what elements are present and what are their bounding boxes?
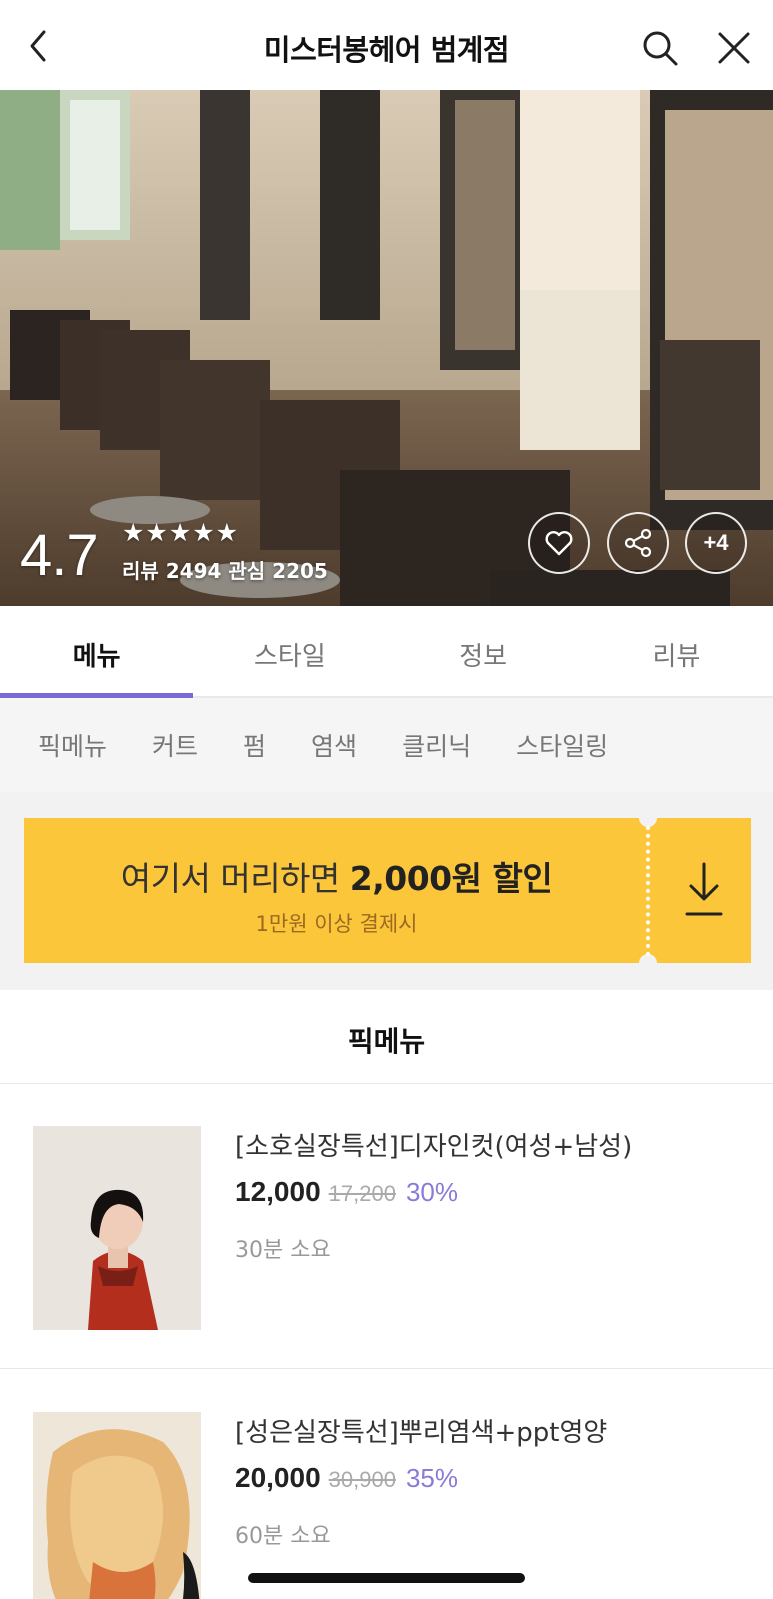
subcategory-styling[interactable]: 스타일링 [516, 727, 608, 763]
subcategory-cut[interactable]: 커트 [152, 727, 198, 763]
subcategory-color[interactable]: 염색 [311, 727, 357, 763]
subcategory-perm[interactable]: 펌 [243, 727, 266, 763]
coupon-amount: 2,000원 할인 [349, 859, 553, 898]
menu-item-discount: 35% [405, 1463, 458, 1493]
tab-info[interactable]: 정보 [387, 606, 580, 696]
coupon-divider [646, 826, 650, 956]
like-button[interactable] [528, 512, 590, 574]
menu-item-original-price: 30,900 [328, 1467, 396, 1492]
close-icon[interactable] [714, 28, 754, 68]
share-icon [624, 528, 652, 558]
coupon-headline-prefix: 여기서 머리하면 [120, 859, 350, 898]
menu-item-thumbnail [33, 1412, 201, 1599]
subcategory-clinic[interactable]: 클리닉 [402, 727, 471, 763]
more-photos-button[interactable]: +4 [685, 512, 747, 574]
menu-item-prices: 20,000 30,900 35% [235, 1462, 458, 1494]
coupon-body: 여기서 머리하면 2,000원 할인 1만원 이상 결제시 [24, 818, 649, 963]
review-like-counts: 리뷰 2494 관심 2205 [122, 559, 328, 583]
tab-bar: 메뉴 스타일 정보 리뷰 [0, 606, 773, 698]
search-icon[interactable] [640, 28, 680, 68]
menu-item-price: 12,000 [235, 1176, 321, 1207]
coupon-section: 여기서 머리하면 2,000원 할인 1만원 이상 결제시 [0, 792, 773, 990]
menu-item[interactable]: [성은실장특선]뿌리염색+ppt영양 20,000 30,900 35% 60분… [0, 1370, 773, 1599]
menu-item-prices: 12,000 17,200 30% [235, 1176, 458, 1208]
section-title: 픽메뉴 [0, 990, 773, 1084]
tab-menu[interactable]: 메뉴 [0, 606, 194, 698]
download-icon[interactable] [679, 858, 729, 922]
haircut-model-photo [33, 1126, 201, 1330]
menu-item-name: [소호실장특선]디자인컷(여성+남성) [235, 1132, 633, 1162]
subcategory-bar: 픽메뉴 커트 펌 염색 클리닉 스타일링 [0, 698, 773, 792]
subcategory-pick-menu[interactable]: 픽메뉴 [38, 727, 107, 763]
salon-hero-image: 4.7 ★★★★★ 리뷰 2494 관심 2205 +4 [0, 90, 773, 606]
menu-item[interactable]: [소호실장특선]디자인컷(여성+남성) 12,000 17,200 30% 30… [0, 1084, 773, 1369]
menu-item-price: 20,000 [235, 1462, 321, 1493]
rating-stars: ★★★★★ [122, 518, 240, 547]
coupon-headline: 여기서 머리하면 2,000원 할인 [24, 852, 649, 900]
coupon-notch [639, 954, 657, 972]
share-button[interactable] [607, 512, 669, 574]
menu-item-discount: 30% [405, 1177, 458, 1207]
coupon-condition: 1만원 이상 결제시 [255, 912, 418, 936]
discount-coupon[interactable]: 여기서 머리하면 2,000원 할인 1만원 이상 결제시 [24, 809, 751, 972]
rating-score: 4.7 [20, 523, 99, 588]
menu-item-name: [성은실장특선]뿌리염색+ppt영양 [235, 1418, 608, 1448]
menu-item-duration: 30분 소요 [235, 1238, 331, 1263]
tab-style[interactable]: 스타일 [193, 606, 386, 696]
menu-item-duration: 60분 소요 [235, 1524, 331, 1549]
menu-item-thumbnail [33, 1126, 201, 1330]
menu-item-original-price: 17,200 [328, 1181, 396, 1206]
tab-review[interactable]: 리뷰 [580, 606, 773, 696]
coupon-notch [639, 809, 657, 827]
hair-color-model-photo [33, 1412, 201, 1599]
heart-icon [545, 531, 573, 556]
top-app-bar: 미스터봉헤어 범계점 [0, 0, 773, 90]
home-indicator [248, 1573, 525, 1583]
